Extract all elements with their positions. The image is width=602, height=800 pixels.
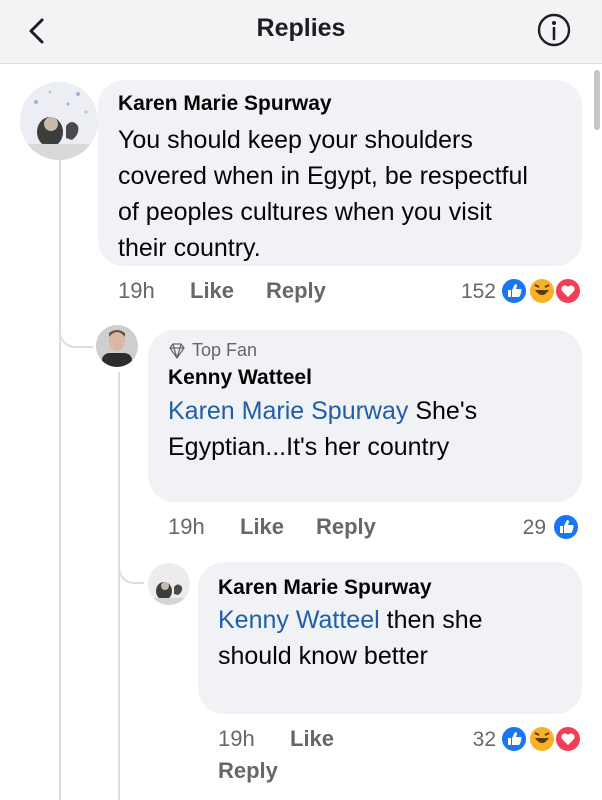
comment-line: Karen Marie Spurway She's	[168, 393, 578, 429]
like-button[interactable]: Like	[240, 514, 284, 540]
reaction-icons[interactable]	[498, 724, 584, 754]
thread-line	[59, 150, 61, 800]
comment-line-rest: She's	[408, 397, 478, 425]
reaction-count[interactable]: 32	[456, 728, 496, 752]
comment-author[interactable]: Karen Marie Spurway	[218, 576, 432, 600]
avatar[interactable]	[20, 82, 98, 160]
comment-line: their country.	[118, 234, 261, 262]
mention-link[interactable]: Kenny Watteel	[218, 606, 380, 634]
comment-text: Kenny Watteel then she should know bette…	[218, 602, 578, 674]
reaction-count[interactable]: 152	[440, 280, 496, 304]
thread-connector	[118, 556, 144, 584]
comment-author[interactable]: Kenny Watteel	[168, 366, 312, 390]
diamond-icon	[169, 342, 185, 359]
like-button[interactable]: Like	[290, 726, 334, 752]
timestamp: 19h	[168, 514, 205, 539]
haha-icon	[528, 277, 556, 305]
like-icon	[500, 277, 528, 305]
comment-bubble: Karen Marie Spurway You should keep your…	[98, 80, 582, 266]
page-title: Replies	[256, 14, 346, 42]
scrollbar[interactable]	[594, 70, 600, 130]
love-icon	[554, 277, 582, 305]
avatar[interactable]	[148, 563, 190, 605]
comment-author[interactable]: Karen Marie Spurway	[118, 92, 332, 116]
reply-button[interactable]: Reply	[316, 514, 376, 540]
comment-line: covered when in Egypt, be respectful	[118, 162, 528, 190]
mention-link[interactable]: Karen Marie Spurway	[168, 397, 408, 425]
like-icon	[552, 513, 580, 541]
thread-connector	[59, 320, 93, 348]
comment-bubble: Karen Marie Spurway Kenny Watteel then s…	[198, 562, 582, 714]
avatar[interactable]	[96, 325, 138, 367]
reaction-count[interactable]: 29	[500, 516, 546, 540]
timestamp: 19h	[218, 726, 255, 751]
reply-button[interactable]: Reply	[218, 758, 278, 784]
haha-icon	[528, 725, 556, 753]
badge-label: Top Fan	[192, 340, 258, 360]
top-bar: Replies	[0, 0, 602, 64]
top-fan-badge: Top Fan	[168, 340, 257, 361]
comment-line: of peoples cultures when you visit	[118, 198, 492, 226]
timestamp: 19h	[118, 278, 155, 303]
comment-bubble: Top Fan Kenny Watteel Karen Marie Spurwa…	[148, 330, 582, 502]
reaction-icons[interactable]	[550, 512, 582, 542]
comment-line-rest: then she	[379, 606, 483, 634]
comment-line: Kenny Watteel then she	[218, 602, 578, 638]
comment-line: You should keep your shoulders	[118, 126, 473, 154]
like-button[interactable]: Like	[190, 278, 234, 304]
comment-text: Karen Marie Spurway She's Egyptian...It'…	[168, 393, 578, 465]
comment-line: Egyptian...It's her country	[168, 433, 450, 461]
info-icon[interactable]	[536, 12, 572, 48]
love-icon	[554, 725, 582, 753]
reaction-icons[interactable]	[498, 276, 584, 306]
comment-text: You should keep your shoulders covered w…	[118, 122, 578, 266]
comment-line: should know better	[218, 642, 428, 670]
like-icon	[500, 725, 528, 753]
reply-button[interactable]: Reply	[266, 278, 326, 304]
